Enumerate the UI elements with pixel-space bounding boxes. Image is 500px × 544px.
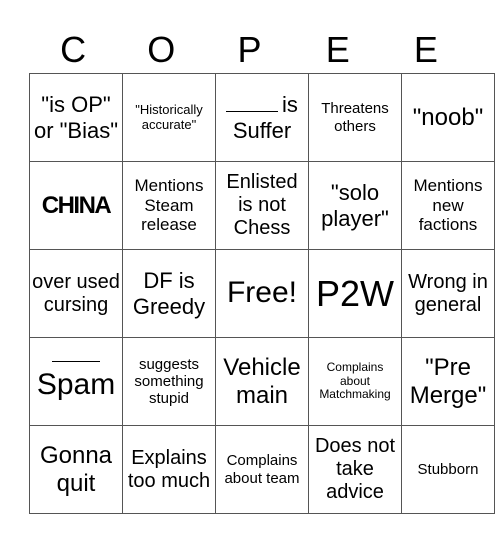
bingo-cell[interactable]: Spam (29, 337, 123, 426)
header-letter-3: P (237, 29, 262, 70)
bingo-cell[interactable]: Explains too much (122, 425, 216, 514)
bingo-row-3: over used cursing DF is Greedy Free! P2W… (29, 249, 495, 338)
bingo-cell[interactable]: Complains about Matchmaking (308, 337, 402, 426)
bingo-cell[interactable]: suggests something stupid (122, 337, 216, 426)
bingo-cell[interactable]: Threatens others (308, 73, 402, 162)
header-letter-2: O (147, 29, 176, 70)
bingo-cell[interactable]: Mentions new factions (401, 161, 495, 250)
bingo-cell[interactable]: "Pre Merge" (401, 337, 495, 426)
header-letter-5: E (413, 29, 438, 70)
bingo-cell[interactable]: "Historically accurate" (122, 73, 216, 162)
bingo-cell[interactable]: DF is Greedy (122, 249, 216, 338)
bingo-cell[interactable]: CHINA (29, 161, 123, 250)
bingo-cell[interactable]: is Suffer (215, 73, 309, 162)
bingo-cell[interactable]: Does not take advice (308, 425, 402, 514)
bingo-row-5: Gonna quit Explains too much Complains a… (29, 425, 495, 514)
bingo-cell[interactable]: Stubborn (401, 425, 495, 514)
bingo-cell[interactable]: over used cursing (29, 249, 123, 338)
header-letter-4: E (325, 29, 350, 70)
bingo-cell[interactable]: "is OP" or "Bias" (29, 73, 123, 162)
bingo-cell[interactable]: Gonna quit (29, 425, 123, 514)
header-letter-1: C (60, 29, 87, 70)
bingo-grid: "is OP" or "Bias" "Historically accurate… (29, 73, 495, 514)
bingo-cell[interactable]: "noob" (401, 73, 495, 162)
bingo-cell[interactable]: Wrong in general (401, 249, 495, 338)
bingo-row-2: CHINA Mentions Steam release Enlisted is… (29, 161, 495, 250)
bingo-cell[interactable]: Complains about team (215, 425, 309, 514)
bingo-row-4: Spam suggests something stupid Vehicle m… (29, 337, 495, 426)
bingo-cell[interactable]: Vehicle main (215, 337, 309, 426)
bingo-cell[interactable]: Enlisted is not Chess (215, 161, 309, 250)
bingo-row-1: "is OP" or "Bias" "Historically accurate… (29, 73, 495, 162)
bingo-cell[interactable]: P2W (308, 249, 402, 338)
bingo-cell[interactable]: Mentions Steam release (122, 161, 216, 250)
blank-line (226, 110, 279, 113)
bingo-cell[interactable]: "solo player" (308, 161, 402, 250)
blank-line (52, 360, 100, 362)
free-space-cell[interactable]: Free! (215, 249, 309, 338)
bingo-header: C O P E E (29, 30, 470, 70)
